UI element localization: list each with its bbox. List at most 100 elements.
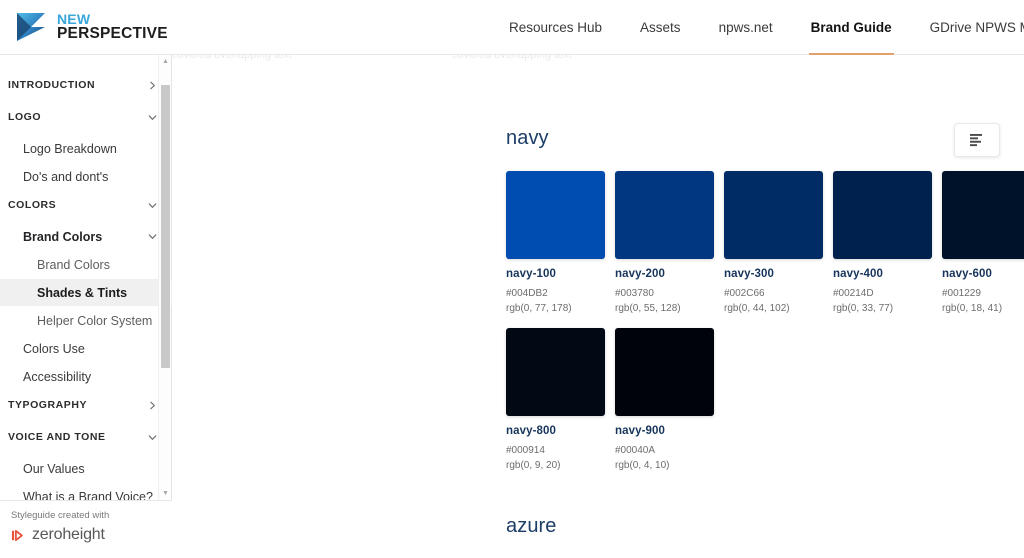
sidebar-item-voice-and-tone[interactable]: VOICE AND TONE	[0, 423, 172, 451]
color-swatch-rgb: rgb(0, 77, 178)	[506, 302, 572, 314]
sidebar-item-label: LOGO	[8, 111, 42, 123]
color-swatch-rgb: rgb(0, 9, 20)	[506, 459, 561, 471]
color-swatch-chip[interactable]	[506, 171, 605, 259]
color-swatch-name: navy-100	[506, 268, 557, 280]
sidebar-scrollbar-thumb[interactable]	[161, 85, 170, 368]
sidebar-item-label: Accessibility	[23, 369, 92, 384]
color-swatch[interactable]: navy-800 #000914 rgb(0, 9, 20)	[506, 328, 605, 473]
nav-item-label: GDrive NPWS Marketing	[929, 20, 1024, 35]
view-options-button[interactable]	[954, 123, 1000, 157]
sidebar-item-label: What is a Brand Voice?	[23, 489, 153, 501]
color-swatch[interactable]: navy-600 #001229 rgb(0, 18, 41)	[942, 171, 1024, 316]
sidebar-item-label: Colors Use	[23, 341, 85, 356]
clipped-previous-section: covered overlapping text covered overlap…	[172, 55, 1024, 63]
color-swatch[interactable]: navy-200 #003780 rgb(0, 55, 128)	[615, 171, 714, 316]
sidebar-item-label: Brand Colors	[23, 229, 103, 244]
text-align-left-icon	[970, 134, 982, 147]
nav-item-resources-hub[interactable]: Resources Hub	[490, 0, 621, 55]
zeroheight-logo[interactable]: zeroheight	[11, 526, 172, 544]
sidebar-item-colors[interactable]: COLORS	[0, 191, 172, 219]
color-swatch[interactable]: navy-400 #00214D rgb(0, 33, 77)	[833, 171, 932, 316]
sidebar-item-do-s-and-dont-s[interactable]: Do's and dont's	[0, 163, 172, 190]
sidebar-item-label: INTRODUCTION	[8, 79, 96, 91]
sidebar-item-label: TYPOGRAPHY	[8, 399, 88, 411]
nav-item-brand-guide[interactable]: Brand Guide	[792, 0, 911, 55]
color-swatch-name: navy-800	[506, 425, 557, 437]
color-swatch-chip[interactable]	[833, 171, 932, 259]
swatch-grid-navy: navy-100 #004DB2 rgb(0, 77, 178) navy-200 #0…	[506, 171, 1024, 473]
color-swatch-chip[interactable]	[724, 171, 823, 259]
section-title-azure: azure	[506, 515, 557, 537]
ghost-text-a: covered overlapping text	[172, 55, 292, 61]
chevron-down-icon	[148, 234, 157, 239]
sidebar-item-shades-tints[interactable]: Shades & Tints	[0, 279, 172, 306]
color-swatch-name: navy-200	[615, 268, 666, 280]
color-swatch-hex: #00040A	[615, 445, 656, 456]
color-swatch-name: navy-600	[942, 268, 993, 280]
color-swatch-chip[interactable]	[942, 171, 1024, 259]
nav-item-assets[interactable]: Assets	[621, 0, 700, 55]
chevron-right-icon	[150, 401, 155, 409]
caret-up-icon[interactable]: ▲	[159, 55, 172, 68]
chevron-down-icon	[148, 434, 157, 440]
nav-item-label: Brand Guide	[810, 20, 892, 35]
brand-logo[interactable]: NEW PERSPECTIVE	[14, 10, 168, 44]
play-triangle-icon	[17, 13, 45, 41]
color-swatch-chip[interactable]	[506, 328, 605, 416]
color-swatch-rgb: rgb(0, 33, 77)	[833, 302, 894, 314]
ghost-text-b: covered overlapping text	[452, 55, 572, 61]
sidebar: INTRODUCTION LOGO Logo Breakdown Do's and d…	[0, 55, 172, 558]
color-swatch-hex: #004DB2	[506, 288, 548, 299]
color-swatch[interactable]: navy-300 #002C66 rgb(0, 44, 102)	[724, 171, 823, 316]
sidebar-item-brand-colors[interactable]: Brand Colors	[0, 223, 172, 250]
color-swatch-chip[interactable]	[615, 171, 714, 259]
color-swatch-name: navy-900	[615, 425, 666, 437]
sidebar-item-accessibility[interactable]: Accessibility	[0, 363, 172, 390]
color-swatch-hex: #001229	[942, 288, 981, 299]
sidebar-scrollbar[interactable]: ▲ ▼	[158, 55, 171, 500]
nav-item-label: Resources Hub	[509, 20, 603, 35]
sidebar-item-what-is-a-brand-voice[interactable]: What is a Brand Voice?	[0, 483, 172, 501]
styleguide-credit-text: Styleguide created with	[11, 510, 110, 521]
top-header-bar: NEW PERSPECTIVE Resources Hub Assets npws.…	[0, 0, 1024, 55]
nav-item-gdrive-npws-marketing[interactable]: GDrive NPWS Marketing	[911, 0, 1024, 55]
sidebar-item-label: Helper Color System	[37, 313, 153, 328]
zeroheight-label: zeroheight	[32, 526, 105, 543]
color-swatch-hex: #000914	[506, 445, 545, 456]
color-swatch-hex: #00214D	[833, 288, 874, 299]
zeroheight-mark-icon	[11, 529, 23, 541]
sidebar-item-label: Do's and dont's	[23, 169, 109, 184]
sidebar-item-label: VOICE AND TONE	[8, 431, 106, 443]
color-swatch-hex: #002C66	[724, 288, 765, 299]
color-swatch[interactable]: navy-900 #00040A rgb(0, 4, 10)	[615, 328, 714, 473]
color-swatch-rgb: rgb(0, 44, 102)	[724, 302, 790, 314]
color-swatch[interactable]: navy-100 #004DB2 rgb(0, 77, 178)	[506, 171, 605, 316]
color-swatch-name: navy-300	[724, 268, 775, 280]
color-swatch-rgb: rgb(0, 4, 10)	[615, 459, 670, 471]
sidebar-item-label: Logo Breakdown	[23, 141, 117, 156]
brand-line-2: PERSPECTIVE	[57, 25, 168, 43]
color-swatch-name: navy-400	[833, 268, 884, 280]
brand-wordmark: NEW PERSPECTIVE	[57, 12, 168, 42]
nav-item-label: npws.net	[718, 20, 773, 35]
color-swatch-hex: #003780	[615, 288, 654, 299]
color-section-navy: navy navy-100 #004DB2 rgb(0, 77, 178) navy-…	[506, 127, 1024, 473]
caret-down-icon[interactable]: ▼	[159, 487, 172, 500]
color-swatch-chip[interactable]	[615, 328, 714, 416]
sidebar-item-brand-colors[interactable]: Brand Colors	[0, 251, 172, 278]
sidebar-item-label: Shades & Tints	[37, 285, 128, 300]
color-swatch-rgb: rgb(0, 18, 41)	[942, 302, 1003, 314]
sidebar-item-logo-breakdown[interactable]: Logo Breakdown	[0, 135, 172, 162]
sidebar-item-label: Brand Colors	[37, 257, 110, 272]
chevron-right-icon	[150, 81, 155, 89]
sidebar-nav-list: INTRODUCTION LOGO Logo Breakdown Do's and d…	[0, 55, 172, 500]
sidebar-item-logo[interactable]: LOGO	[0, 103, 172, 131]
sidebar-item-colors-use[interactable]: Colors Use	[0, 335, 172, 362]
sidebar-item-helper-color-system[interactable]: Helper Color System	[0, 307, 172, 334]
sidebar-item-introduction[interactable]: INTRODUCTION	[0, 71, 172, 99]
sidebar-item-label: COLORS	[8, 199, 57, 211]
sidebar-item-typography[interactable]: TYPOGRAPHY	[0, 391, 172, 419]
sidebar-item-our-values[interactable]: Our Values	[0, 455, 172, 482]
nav-item-npws-net[interactable]: npws.net	[700, 0, 792, 55]
chevron-down-icon	[148, 114, 157, 120]
